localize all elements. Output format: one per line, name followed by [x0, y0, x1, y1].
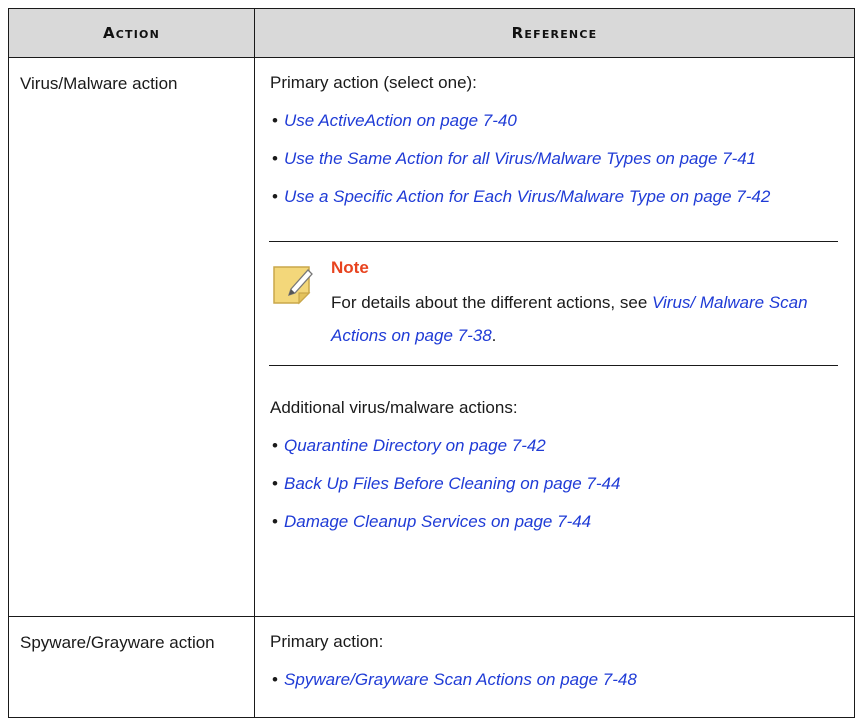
primary-action-list: • Spyware/Grayware Scan Actions on page …	[270, 667, 838, 692]
list-item: • Back Up Files Before Cleaning on page …	[270, 471, 838, 496]
reference-table: Action Reference Virus/Malware action Pr…	[8, 8, 855, 718]
list-item: • Quarantine Directory on page 7-42	[270, 433, 838, 458]
bullet: •	[272, 187, 278, 206]
link-use-activeaction[interactable]: Use ActiveAction on page 7-40	[284, 111, 517, 130]
note-title: Note	[331, 258, 369, 277]
list-item: • Use a Specific Action for Each Virus/M…	[270, 184, 838, 209]
primary-action-lead: Primary action (select one):	[270, 73, 477, 92]
document-page: Action Reference Virus/Malware action Pr…	[0, 0, 863, 720]
bullet: •	[272, 436, 278, 455]
list-item: • Use ActiveAction on page 7-40	[270, 108, 838, 133]
table-row: Virus/Malware action Primary action (sel…	[8, 57, 855, 617]
action-cell: Virus/Malware action	[8, 57, 255, 617]
action-label: Spyware/Grayware action	[20, 633, 215, 652]
note-text-suffix: .	[491, 326, 497, 345]
reference-cell: Primary action (select one): • Use Activ…	[254, 57, 855, 617]
table-row: Spyware/Grayware action Primary action: …	[8, 616, 855, 718]
link-same-action[interactable]: Use the Same Action for all Virus/Malwar…	[284, 149, 756, 168]
primary-action-lead: Primary action:	[270, 632, 384, 651]
link-back-up-files[interactable]: Back Up Files Before Cleaning on page 7-…	[284, 474, 620, 493]
note-text-prefix: For details about the different actions,…	[331, 293, 652, 312]
table-header-row: Action Reference	[8, 8, 855, 58]
note-text: For details about the different actions,…	[331, 286, 838, 352]
bullet: •	[272, 670, 278, 689]
link-quarantine-directory[interactable]: Quarantine Directory on page 7-42	[284, 436, 546, 455]
header-action: Action	[8, 8, 255, 58]
note-pencil-icon	[269, 256, 331, 352]
header-reference: Reference	[254, 8, 855, 58]
additional-action-lead: Additional virus/malware actions:	[270, 398, 518, 417]
bullet: •	[272, 512, 278, 531]
list-item: • Use the Same Action for all Virus/Malw…	[270, 146, 838, 171]
link-spyware-grayware-scan-actions[interactable]: Spyware/Grayware Scan Actions on page 7-…	[284, 670, 637, 689]
reference-cell: Primary action: • Spyware/Grayware Scan …	[254, 616, 855, 718]
bullet: •	[272, 111, 278, 130]
primary-action-list: • Use ActiveAction on page 7-40 • Use th…	[270, 108, 838, 209]
action-label: Virus/Malware action	[20, 74, 178, 93]
action-cell: Spyware/Grayware action	[8, 616, 255, 718]
link-damage-cleanup[interactable]: Damage Cleanup Services on page 7-44	[284, 512, 591, 531]
list-item: • Spyware/Grayware Scan Actions on page …	[270, 667, 838, 692]
additional-action-list: • Quarantine Directory on page 7-42 • Ba…	[270, 433, 838, 534]
note-box: Note For details about the different act…	[269, 241, 838, 366]
bullet: •	[272, 474, 278, 493]
link-specific-action[interactable]: Use a Specific Action for Each Virus/Mal…	[284, 187, 770, 206]
list-item: • Damage Cleanup Services on page 7-44	[270, 509, 838, 534]
bullet: •	[272, 149, 278, 168]
